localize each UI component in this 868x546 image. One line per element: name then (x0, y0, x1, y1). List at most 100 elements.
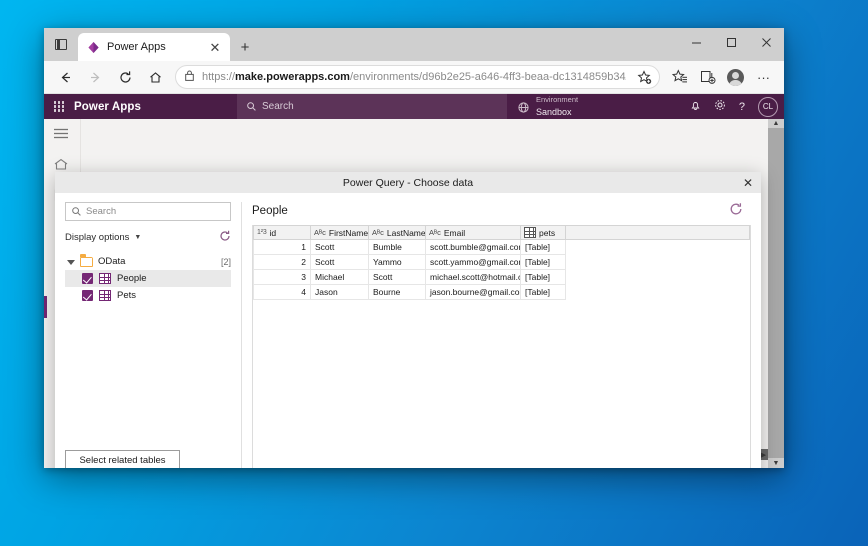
cell-email: scott.yammo@gmail.com (425, 254, 521, 270)
tree-item-label: OData (98, 256, 126, 267)
cell-pets[interactable]: [Table] (520, 269, 566, 285)
cell-firstname: Scott (310, 239, 369, 255)
tree-item-count: [2] (220, 256, 231, 267)
sidebar-selected-indicator (44, 296, 47, 318)
vertical-scroll-thumb[interactable] (768, 128, 784, 458)
environment-indicator[interactable]: Environment Sandbox (536, 95, 578, 119)
environment-name: Sandbox (536, 106, 572, 117)
power-query-dialog: Power Query - Choose data ✕ Search Displ… (55, 172, 761, 468)
tree-item-pets[interactable]: Pets (65, 287, 231, 304)
new-tab-button[interactable]: + (236, 38, 254, 56)
user-avatar[interactable]: CL (758, 96, 778, 117)
number-type-icon: 1²3 (257, 229, 267, 236)
help-icon[interactable]: ? (739, 101, 745, 113)
chevron-down-icon[interactable]: ▼ (134, 234, 141, 241)
table-row[interactable]: 1 Scott Bumble scott.bumble@gmail.com [T… (253, 239, 750, 255)
select-related-tables-button[interactable]: Select related tables (65, 450, 180, 468)
cell-lastname: Yammo (368, 254, 426, 270)
environment-label: Environment (536, 95, 579, 104)
collections-icon[interactable] (694, 64, 721, 90)
scroll-down-arrow-icon[interactable]: ▼ (768, 460, 784, 467)
settings-gear-icon[interactable] (714, 98, 726, 116)
close-icon[interactable]: ✕ (206, 38, 224, 56)
column-header-email[interactable]: Aᴮᴄ Email (425, 225, 521, 240)
powerapps-header-actions: ? CL (690, 94, 778, 119)
dialog-close-icon[interactable]: ✕ (740, 175, 756, 191)
cell-pets[interactable]: [Table] (520, 239, 566, 255)
tab-title: Power Apps (107, 41, 166, 53)
favorites-icon[interactable] (666, 64, 693, 90)
lock-icon (185, 68, 195, 86)
expand-collapse-icon[interactable] (67, 260, 75, 265)
text-type-icon: Aᴮᴄ (429, 228, 441, 237)
column-header-lastname[interactable]: Aᴮᴄ LastName (368, 225, 426, 240)
cell-filler (566, 240, 750, 255)
cell-lastname: Bourne (368, 284, 426, 300)
column-header-firstname[interactable]: Aᴮᴄ FirstName (310, 225, 369, 240)
home-sidebar-icon[interactable] (54, 157, 70, 171)
add-favorite-icon[interactable] (633, 67, 655, 87)
reload-icon[interactable] (111, 64, 140, 90)
back-icon[interactable] (51, 64, 80, 90)
maximize-icon[interactable] (714, 28, 749, 57)
browser-navbar: https://make.powerapps.com/environments/… (44, 61, 784, 94)
notifications-bell-icon[interactable] (690, 98, 701, 116)
powerapps-diamond-icon (87, 41, 100, 54)
tree-item-odata[interactable]: OData [2] (65, 253, 231, 270)
globe-icon (518, 100, 529, 118)
powerapps-search-placeholder: Search (262, 101, 294, 112)
column-header-id[interactable]: 1²3 id (253, 225, 311, 240)
text-type-icon: Aᴮᴄ (372, 228, 384, 237)
cell-email: michael.scott@hotmail.c... (425, 269, 521, 285)
cell-lastname: Scott (368, 269, 426, 285)
navigator-refresh-icon[interactable] (219, 230, 231, 245)
minimize-icon[interactable] (679, 28, 714, 57)
display-options-label[interactable]: Display options (65, 232, 129, 243)
vertical-scrollbar[interactable]: ▲ ▼ (768, 119, 784, 468)
column-label: id (269, 227, 277, 238)
checkbox-checked-icon[interactable] (82, 273, 93, 284)
dialog-body: Search Display options ▼ OData [2] Peopl… (55, 193, 761, 468)
column-header-pets[interactable]: pets (520, 225, 566, 240)
address-bar[interactable]: https://make.powerapps.com/environments/… (175, 65, 660, 89)
hamburger-icon[interactable] (54, 126, 70, 140)
cell-lastname: Bumble (368, 239, 426, 255)
checkbox-checked-icon[interactable] (82, 290, 93, 301)
cell-id: 3 (253, 269, 311, 285)
navigator-search-input[interactable]: Search (65, 202, 231, 221)
cell-pets[interactable]: [Table] (520, 284, 566, 300)
cell-id: 1 (253, 239, 311, 255)
table-row[interactable]: 3 Michael Scott michael.scott@hotmail.c.… (253, 269, 750, 285)
cell-filler (566, 255, 750, 270)
tree-item-people[interactable]: People (65, 270, 231, 287)
cell-filler (566, 285, 750, 300)
preview-refresh-icon[interactable] (729, 202, 743, 221)
profile-avatar[interactable] (722, 64, 749, 90)
cell-pets[interactable]: [Table] (520, 254, 566, 270)
window-controls (679, 28, 784, 57)
more-options-icon[interactable]: ··· (750, 64, 777, 90)
dialog-titlebar: Power Query - Choose data ✕ (55, 172, 761, 193)
table-row[interactable]: 2 Scott Yammo scott.yammo@gmail.com [Tab… (253, 254, 750, 270)
preview-pane: People 1²3 id Aᴮᴄ FirstName Aᴮᴄ LastName… (241, 202, 751, 468)
browser-tab[interactable]: Power Apps ✕ (78, 33, 230, 61)
text-type-icon: Aᴮᴄ (314, 228, 326, 237)
powerapps-brand[interactable]: Power Apps (74, 101, 141, 113)
home-icon[interactable] (141, 64, 170, 90)
cell-firstname: Jason (310, 284, 369, 300)
table-header-row: 1²3 id Aᴮᴄ FirstName Aᴮᴄ LastName Aᴮᴄ Em… (253, 225, 750, 240)
app-launcher-icon[interactable] (44, 101, 74, 112)
navigator-pane: Search Display options ▼ OData [2] Peopl… (65, 202, 241, 468)
cell-firstname: Michael (310, 269, 369, 285)
close-window-icon[interactable] (749, 28, 784, 57)
table-row[interactable]: 4 Jason Bourne jason.bourne@gmail.com [T… (253, 284, 750, 300)
dialog-title: Power Query - Choose data (342, 176, 474, 189)
cell-firstname: Scott (310, 254, 369, 270)
powerapps-search-input[interactable]: Search (237, 94, 507, 119)
display-options-row: Display options ▼ (65, 230, 231, 245)
browser-window: Power Apps ✕ + https://make.powerapps.co… (44, 28, 784, 468)
folder-icon (80, 254, 93, 267)
scroll-up-arrow-icon[interactable]: ▲ (768, 120, 784, 127)
tab-search-icon[interactable] (44, 28, 78, 61)
preview-grid: 1²3 id Aᴮᴄ FirstName Aᴮᴄ LastName Aᴮᴄ Em… (252, 225, 751, 468)
